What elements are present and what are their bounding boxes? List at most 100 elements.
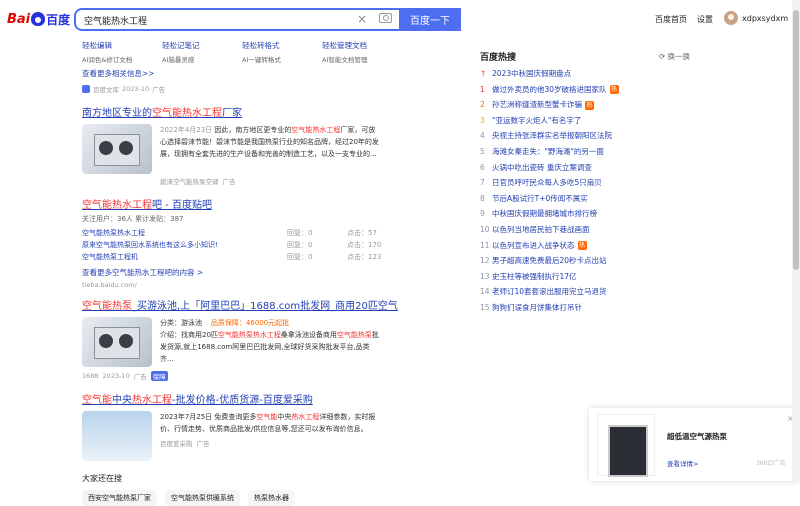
hot-item[interactable]: 13 史玉柱等被强制执行17亿 [480, 269, 690, 285]
tool-item[interactable]: 轻松转格式 AI一键转格式 [242, 40, 322, 64]
username[interactable]: xdpxsydxm [742, 14, 788, 23]
hot-rank: 2 [480, 100, 485, 110]
tool-link[interactable]: 轻松编辑 [82, 41, 112, 50]
hot-item[interactable]: 4 央视主持张泽群实名举报朝阳区法院 [480, 128, 690, 144]
ad-image[interactable] [597, 414, 655, 477]
related-searches: 大家还在搜 西安空气能热泵厂家 空气能热泵供暖系统 热泵热水器 [82, 473, 382, 506]
hot-item[interactable]: 7 日官员呼吁民众每人多吃5只扇贝 [480, 175, 690, 191]
camera-icon[interactable] [379, 13, 392, 23]
hot-item[interactable]: 8 节后A股试行T+0传闻不属实 [480, 191, 690, 207]
home-link[interactable]: 百度首页 [655, 14, 687, 25]
hot-item[interactable]: 5 海滩女秦走失："野海滩"的另一面 [480, 144, 690, 160]
hot-rank: 3 [480, 115, 485, 125]
ad-title[interactable]: 超低温空气源热泵 [667, 431, 727, 442]
hot-item[interactable]: 3 "亚运数字火炬人"有名字了 [480, 113, 690, 129]
hot-title-text[interactable]: "亚运数字火炬人"有名字了 [492, 116, 581, 125]
tieba-stats: 关注用户：36人 累计发贴：387 [82, 215, 184, 223]
hot-rank: 4 [480, 131, 485, 141]
result-title[interactable]: 空气能热泵_买游泳池,上「阿里巴巴」1688.com批发网_商用20匹空气 [82, 297, 398, 312]
tool-link[interactable]: 轻松记笔记 [162, 41, 200, 50]
hot-item[interactable]: 14 老师订10套套滚出服用完立马退货 [480, 284, 690, 300]
search-input[interactable]: 空气能热水工程 [84, 14, 147, 27]
hot-title-text[interactable]: 节后A股试行T+0传闻不属实 [492, 194, 588, 203]
building-image[interactable] [82, 411, 152, 461]
hot-rank: 7 [480, 178, 485, 188]
hot-title-text[interactable]: 史玉柱等被强制执行17亿 [492, 272, 577, 281]
hot-rank: 1 [480, 84, 485, 94]
hot-item[interactable]: 15 狗狗们误食月饼集体打吊针 [480, 300, 690, 316]
hot-rank: 11 [480, 240, 490, 250]
hot-item[interactable]: ↑ 2023中秋国庆假期盘点 [480, 66, 690, 82]
result-item: 空气能热水工程吧 - 百度贴吧 关注用户：36人 累计发贴：387 空气能热泵热… [82, 196, 382, 289]
hot-item[interactable]: 6 火锅中吃出瓷砖 重庆立案调查 [480, 160, 690, 176]
popup-ad[interactable]: 超低温空气源热泵 查看详情> 360日广告 × [589, 408, 799, 481]
related-chip[interactable]: 热泵热水器 [248, 490, 295, 506]
more-info-link[interactable]: 查看更多相关信息>> [82, 68, 382, 79]
hot-item[interactable]: 10 以色列当地居民拍下巷战画面 [480, 222, 690, 238]
clear-icon[interactable]: × [357, 12, 367, 26]
tool-item[interactable]: 轻松编辑 AI润色&修订文档 [82, 40, 162, 64]
result-source: 1688 2023-10 广告 保障 [82, 371, 168, 381]
source-name[interactable]: 碧涞空气能热泵空调 [160, 176, 219, 186]
table-row[interactable]: 空气能热泵工程机 回复：0 点击：123 [82, 251, 382, 263]
hot-title-text[interactable]: 孙艺洲称缝渣新型蟹卡诈骗 [492, 100, 582, 109]
search-button[interactable]: 百度一下 [399, 8, 461, 31]
hot-title-text[interactable]: 2023中秋国庆假期盘点 [492, 69, 571, 78]
hot-title-text[interactable]: 以色列当地居民拍下巷战画面 [492, 225, 590, 234]
avatar[interactable] [724, 11, 738, 25]
table-row[interactable]: 原来空气能热泵回水系统也有这么多小知识! 回复：0 点击：170 [82, 239, 382, 251]
hot-title-text[interactable]: 狗狗们误食月饼集体打吊针 [492, 303, 582, 312]
heat-pump-image[interactable] [82, 124, 152, 174]
related-chip[interactable]: 空气能热泵供暖系统 [165, 490, 240, 506]
results-column: 轻松编辑 AI润色&修订文档 轻松记笔记 AI脑暴灵感 轻松转格式 AI一键转格式 轻… [82, 38, 398, 506]
hot-rank: 8 [480, 193, 485, 203]
heat-pump-image[interactable] [82, 317, 152, 367]
ad-link[interactable]: 查看详情> [667, 458, 698, 468]
result-title[interactable]: 空气能热水工程吧 - 百度贴吧 [82, 196, 382, 211]
hot-title-text[interactable]: 做过外卖员的他30岁破格进国家队 [492, 85, 607, 94]
baidu-logo[interactable]: Bai 百度 [7, 10, 73, 28]
ad-label: 广告 [222, 178, 236, 186]
related-title: 大家还在搜 [82, 474, 122, 483]
hot-rank: 5 [480, 146, 485, 156]
hot-title-text[interactable]: 海滩女秦走失："野海滩"的另一面 [492, 147, 604, 156]
tool-item[interactable]: 轻松记笔记 AI脑暴灵感 [162, 40, 242, 64]
hot-title-text[interactable]: 央视主持张泽群实名举报朝阳区法院 [492, 131, 612, 140]
hot-title-text[interactable]: 老师订10套套滚出服用完立马退货 [492, 287, 607, 296]
hot-title-text[interactable]: 日官员呼吁民众每人多吃5只扇贝 [492, 178, 602, 187]
hot-item[interactable]: 9 中秋国庆假期最拥堵城市排行榜 [480, 206, 690, 222]
logo-text-right: 百度 [46, 12, 71, 27]
tool-link[interactable]: 轻松管理文档 [322, 41, 367, 50]
hot-title-text[interactable]: 中秋国庆假期最拥堵城市排行榜 [492, 209, 597, 218]
table-row[interactable]: 空气能热泵热水工程 回复：0 点击：57 [82, 227, 382, 239]
tool-link[interactable]: 轻松转格式 [242, 41, 280, 50]
refresh-button[interactable]: ⟳ 换一换 [659, 51, 690, 62]
hot-tag: 热 [577, 241, 587, 251]
hot-title-text[interactable]: 男子超高速免费最后20秒卡点出站 [492, 256, 607, 265]
hot-item[interactable]: 1 做过外卖员的他30岁破格进国家队热 [480, 82, 690, 98]
hot-item[interactable]: 12 男子超高速免费最后20秒卡点出站 [480, 253, 690, 269]
hot-title-text[interactable]: 火锅中吃出瓷砖 重庆立案调查 [492, 163, 592, 172]
tool-desc: AI一键转格式 [242, 56, 281, 64]
result-title[interactable]: 空气能中央热水工程-批发价格-优质货源-百度爱采购 [82, 391, 382, 406]
tool-item[interactable]: 轻松管理文档 AI智能文档管理 [322, 40, 402, 64]
result-item: 南方地区专业的空气能热水工程厂家 2022年4月23日 因此，南方地区更专业的空… [82, 104, 382, 186]
hot-title[interactable]: 百度热搜 [480, 50, 516, 63]
hot-rank: ↑ [480, 69, 487, 78]
wenku-tools: 轻松编辑 AI润色&修订文档 轻松记笔记 AI脑暴灵感 轻松转格式 AI一键转格式 轻… [82, 40, 382, 64]
settings-link[interactable]: 设置 [697, 14, 713, 25]
hot-item[interactable]: 11 以色列宣布进入战争状态热 [480, 238, 690, 254]
tool-desc: AI润色&修订文档 [82, 56, 133, 64]
hot-rank: 6 [480, 162, 485, 172]
related-chip[interactable]: 西安空气能热泵厂家 [82, 490, 157, 506]
hot-item[interactable]: 2 孙艺洲称缝渣新型蟹卡诈骗热 [480, 97, 690, 113]
result-title[interactable]: 南方地区专业的空气能热水工程厂家 [82, 104, 382, 119]
hot-title-text[interactable]: 以色列宣布进入战争状态 [492, 241, 575, 250]
top-bar: Bai 百度 空气能热水工程 × 百度一下 百度首页 设置 xdpxsydxm [0, 0, 792, 38]
result-item: 空气能热泵_买游泳池,上「阿里巴巴」1688.com批发网_商用20匹空气 分类… [82, 297, 398, 381]
tieba-more-link[interactable]: 查看更多空气能热水工程吧的内容 > [82, 267, 382, 278]
scrollbar[interactable] [792, 0, 800, 481]
result-snippet: 分类：游泳池 品质保障：46000元起批 介绍：找商用20匹空气能热泵热水工程桑… [160, 319, 379, 363]
wenku-icon [82, 85, 90, 93]
result-url: tieba.baidu.com/ [82, 281, 137, 289]
